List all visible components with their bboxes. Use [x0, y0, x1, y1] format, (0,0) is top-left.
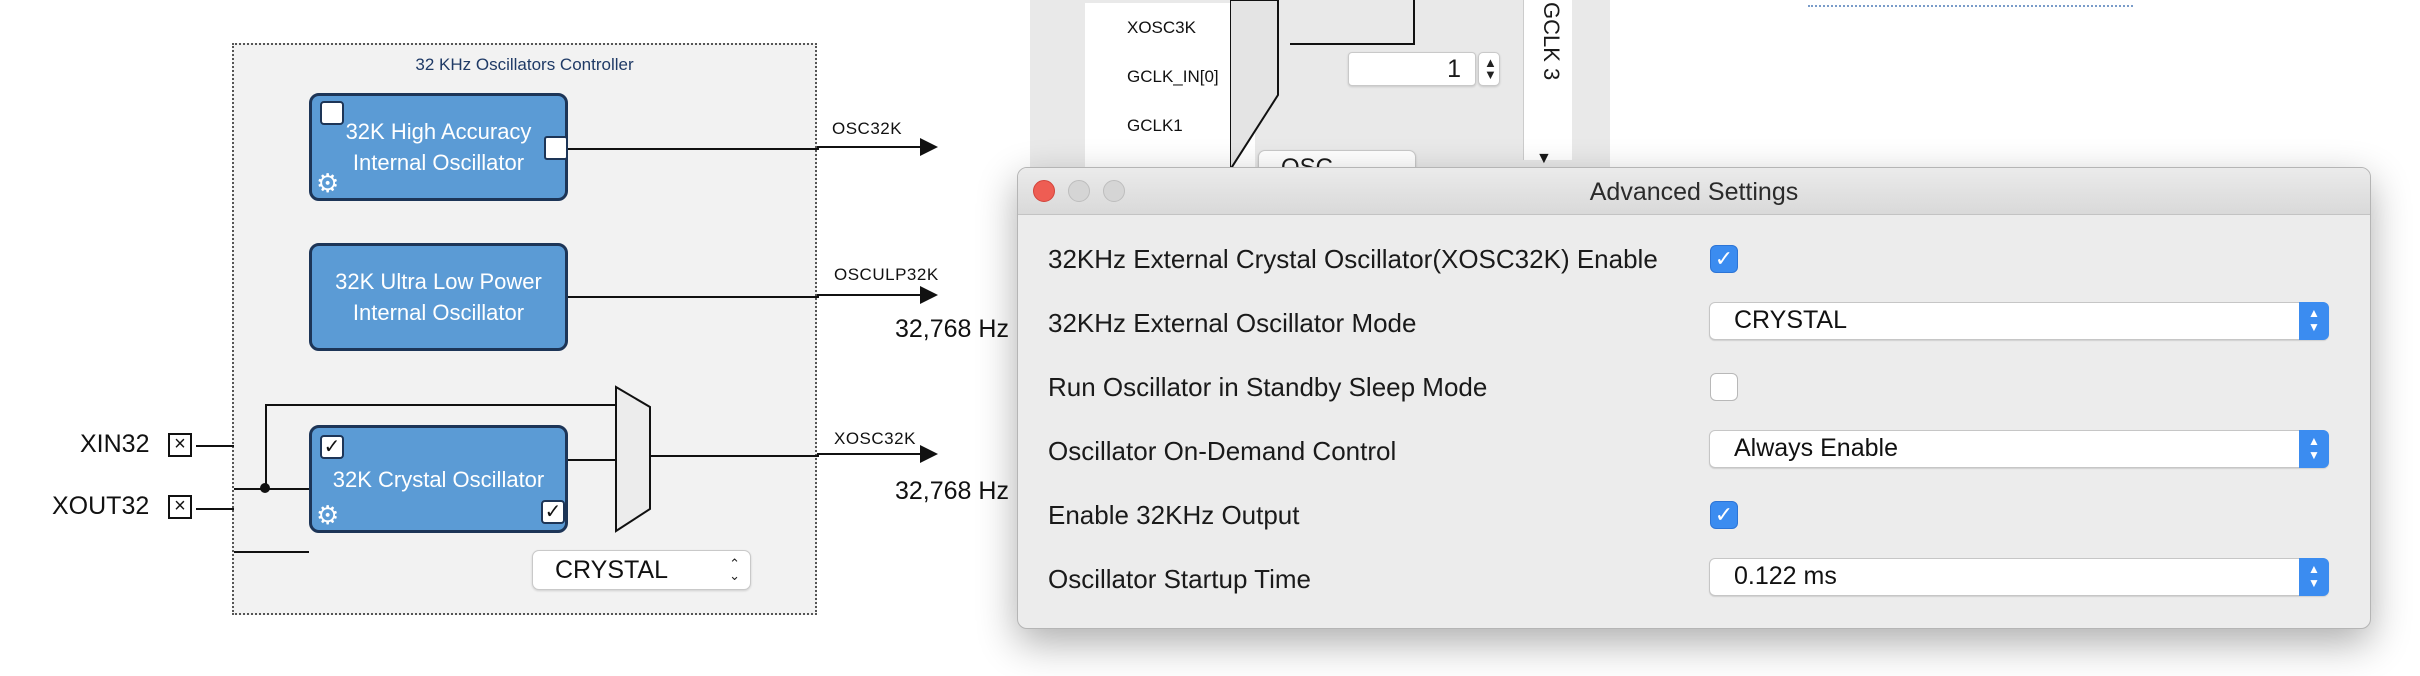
block-label: Internal Oscillator [352, 150, 525, 175]
signal-label-osc32k: OSC32K [832, 119, 903, 138]
wire [568, 148, 819, 150]
enable-checkbox[interactable] [320, 101, 344, 125]
setting-label-enable-output: Enable 32KHz Output [1048, 500, 1300, 530]
osc32k-wire [817, 146, 924, 148]
setting-label-on-demand: Oscillator On-Demand Control [1048, 436, 1397, 466]
select-arrows-icon: ⌃ ⌄ [729, 556, 740, 583]
ultra-low-power-oscillator-block[interactable]: 32K Ultra Low Power Internal Oscillator [309, 243, 568, 351]
output-checkbox[interactable] [544, 136, 568, 160]
pin-xin32-icon: × [168, 433, 192, 457]
wire [650, 455, 819, 457]
arrow-icon [920, 286, 938, 304]
gclk-divider-value: 1 [1447, 55, 1461, 83]
setting-label-xosc32k-enable: 32KHz External Crystal Oscillator(XOSC32… [1048, 244, 1658, 274]
arrow-icon [920, 138, 938, 156]
wire [265, 404, 616, 406]
xosc32k-wire [817, 453, 924, 455]
crystal-oscillator-block[interactable]: 32K Crystal Oscillator ✓ ✓ ⚙ [309, 425, 568, 533]
pin-label-xin32: XIN32 [80, 430, 150, 458]
pin-xout32-icon: × [168, 495, 192, 519]
crystal-mode-select[interactable]: CRYSTAL ⌃ ⌄ [532, 550, 751, 590]
partial-element [1808, 0, 2133, 7]
setting-label-oscillator-mode: 32KHz External Oscillator Mode [1048, 308, 1417, 338]
pin-label-xout32: XOUT32 [52, 492, 150, 520]
gclk-wire [1290, 43, 1415, 45]
xosc32k-enable-checkbox[interactable]: ✓ [1710, 245, 1738, 273]
select-arrows-icon: ▲ ▼ [2299, 430, 2329, 468]
xout-wire [196, 508, 234, 510]
block-label: 32K High Accuracy [345, 119, 532, 144]
gclk-spinner-stepper[interactable]: ▲ ▼ [1478, 52, 1500, 86]
oscillator-mode-select[interactable]: CRYSTAL ▲ ▼ [1709, 302, 2329, 340]
gear-icon[interactable]: ⚙ [316, 170, 339, 196]
gear-icon[interactable]: ⚙ [316, 502, 339, 528]
frequency-osculp32k: 32,768 Hz [895, 315, 1009, 343]
wire [568, 459, 616, 461]
select-arrows-icon: ▲ ▼ [2299, 302, 2329, 340]
enable-checkbox[interactable]: ✓ [320, 435, 344, 459]
crystal-mode-value: CRYSTAL [555, 556, 669, 584]
on-demand-value: Always Enable [1734, 434, 1898, 462]
dialog-titlebar[interactable]: Advanced Settings [1018, 168, 2370, 215]
on-demand-select[interactable]: Always Enable ▲ ▼ [1709, 430, 2329, 468]
output-mux [615, 385, 651, 533]
oscillators-controller: 32 KHz Oscillators Controller 32K High A… [232, 43, 819, 615]
controller-title: 32 KHz Oscillators Controller [415, 55, 634, 74]
startup-time-select[interactable]: 0.122 ms ▲ ▼ [1709, 558, 2329, 596]
setting-label-run-standby: Run Oscillator in Standby Sleep Mode [1048, 372, 1488, 402]
signal-label-osculp32k: OSCULP32K [834, 265, 939, 284]
collapse-arrow-icon[interactable]: ▼ [1536, 150, 1552, 168]
oscillator-mode-value: CRYSTAL [1734, 306, 1848, 334]
wire [234, 488, 309, 490]
block-label: Internal Oscillator [352, 300, 525, 325]
block-label: 32K Crystal Oscillator [332, 467, 545, 492]
enable-output-checkbox[interactable]: ✓ [1710, 501, 1738, 529]
osculp32k-wire [817, 294, 924, 296]
gclk-vertical-label: GCLK 3 [1539, 2, 1564, 81]
xin-wire [196, 445, 234, 447]
dialog-title: Advanced Settings [1589, 178, 1799, 206]
output-checkbox[interactable]: ✓ [541, 500, 565, 524]
gclk-divider-spinner[interactable]: 1 [1348, 52, 1476, 86]
frequency-xosc32k: 32,768 Hz [895, 477, 1009, 505]
run-standby-checkbox[interactable] [1710, 373, 1738, 401]
gclk-wire [1413, 0, 1415, 45]
gclk-mux-shape [1230, 0, 1279, 170]
wire [234, 551, 309, 553]
setting-label-startup-time: Oscillator Startup Time [1048, 564, 1311, 594]
wire [265, 404, 267, 489]
signal-label-xosc32k: XOSC32K [834, 429, 916, 448]
gclk-column: GCLK 3 ▼ [1523, 0, 1572, 167]
high-accuracy-oscillator-block[interactable]: 32K High Accuracy Internal Oscillator ⚙ [309, 93, 568, 201]
advanced-settings-dialog: Advanced Settings 32KHz External Crystal… [1017, 167, 2371, 629]
startup-time-value: 0.122 ms [1734, 562, 1837, 590]
block-label: 32K Ultra Low Power [335, 269, 542, 294]
wire [568, 296, 819, 298]
select-arrows-icon: ▲ ▼ [2299, 558, 2329, 596]
stepper-up-icon: ▲ ▼ [1484, 55, 1497, 82]
arrow-icon [920, 445, 938, 463]
